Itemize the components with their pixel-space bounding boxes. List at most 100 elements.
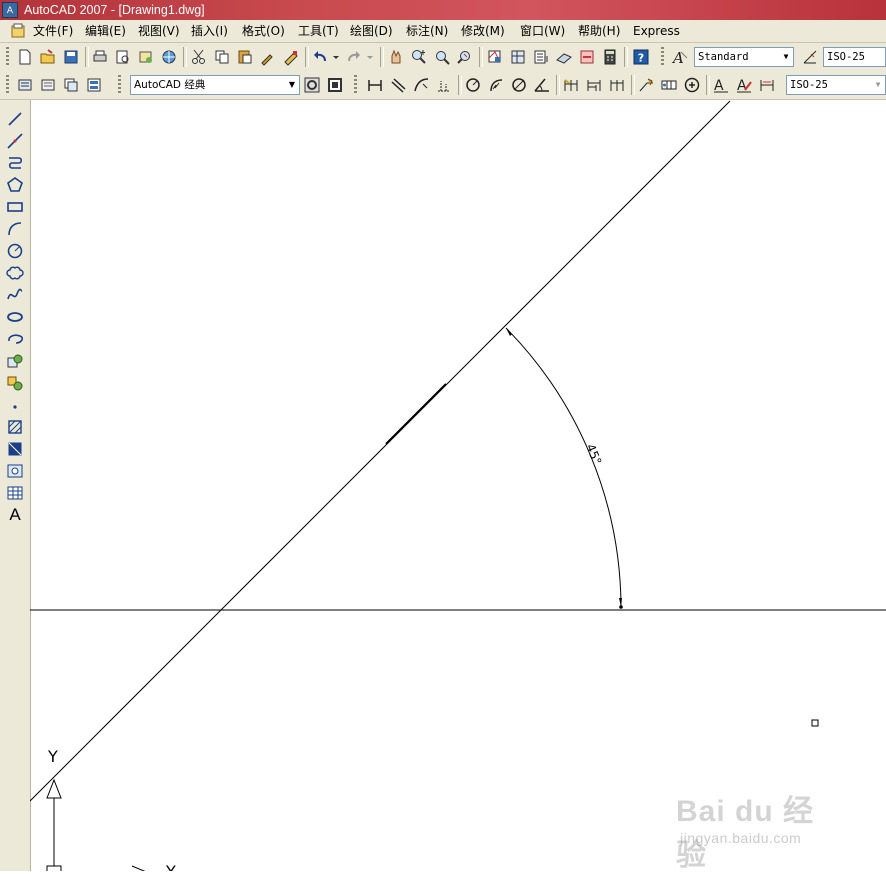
quick-dimension-icon[interactable] <box>562 76 580 94</box>
menu-insert[interactable]: 插入(I) <box>191 23 228 39</box>
help-icon[interactable]: ? <box>632 48 650 66</box>
menu-help[interactable]: 帮助(H) <box>578 23 620 39</box>
copy-icon[interactable] <box>213 48 231 66</box>
menu-dimension[interactable]: 标注(N) <box>406 23 448 39</box>
zoom-window-icon[interactable] <box>433 48 451 66</box>
angular-dimension-icon[interactable] <box>533 76 551 94</box>
layer-properties-icon[interactable] <box>16 76 34 94</box>
tolerance-icon[interactable] <box>660 76 678 94</box>
undo-icon[interactable] <box>311 48 329 66</box>
chevron-down-icon[interactable]: ▼ <box>285 76 299 94</box>
zoom-realtime-icon[interactable] <box>410 48 428 66</box>
new-file-icon[interactable] <box>16 48 34 66</box>
radius-dimension-icon[interactable] <box>464 76 482 94</box>
menu-express[interactable]: Express <box>633 23 680 39</box>
workspace-settings-icon[interactable] <box>303 76 321 94</box>
zoom-previous-icon[interactable] <box>456 48 474 66</box>
circle-icon[interactable] <box>5 241 25 261</box>
angle-dimension-text[interactable]: 45° <box>583 442 604 467</box>
linear-dimension-icon[interactable] <box>366 76 384 94</box>
dimension-style-control[interactable]: ISO-25 ▼ <box>786 75 886 95</box>
save-icon[interactable] <box>62 48 80 66</box>
menu-draw[interactable]: 绘图(D) <box>350 23 393 39</box>
drawing-canvas[interactable]: 45° Y Y <box>30 100 886 871</box>
text-style-select[interactable]: Standard ▼ <box>694 47 794 67</box>
multiline-text-icon[interactable]: A <box>5 505 25 525</box>
toolbar-grip[interactable] <box>6 75 9 95</box>
redo-dropdown-icon[interactable] <box>365 48 375 66</box>
paste-icon[interactable] <box>236 48 254 66</box>
calculator-icon[interactable] <box>601 48 619 66</box>
arc-length-icon[interactable] <box>412 76 430 94</box>
chevron-down-icon[interactable]: ▼ <box>871 76 885 94</box>
construction-line-icon[interactable] <box>5 131 25 151</box>
publish-icon[interactable] <box>137 48 155 66</box>
polygon-icon[interactable] <box>5 175 25 195</box>
title-bar[interactable]: A AutoCAD 2007 - [Drawing1.dwg] <box>0 0 886 20</box>
block-editor-icon[interactable] <box>282 48 300 66</box>
line-icon[interactable] <box>5 109 25 129</box>
diagonal-line[interactable] <box>30 100 731 802</box>
open-file-icon[interactable] <box>39 48 57 66</box>
menu-file[interactable]: 文件(F) <box>33 23 73 39</box>
continue-dimension-icon[interactable] <box>608 76 626 94</box>
menu-view[interactable]: 视图(V) <box>138 23 180 39</box>
dimension-text-edit-icon[interactable]: A <box>735 76 753 94</box>
markup-set-manager-icon[interactable] <box>578 48 596 66</box>
hatch-icon[interactable] <box>5 417 25 437</box>
jogged-dimension-icon[interactable] <box>487 76 505 94</box>
dimension-edit-icon[interactable]: A <box>712 76 730 94</box>
menu-edit[interactable]: 编辑(E) <box>85 23 126 39</box>
print-preview-icon[interactable] <box>114 48 132 66</box>
ellipse-icon[interactable] <box>5 307 25 327</box>
chevron-down-icon[interactable]: ▼ <box>779 48 793 66</box>
dimension-style-icon[interactable] <box>801 48 819 66</box>
toolbar-grip[interactable] <box>661 47 664 67</box>
gradient-icon[interactable] <box>5 439 25 459</box>
ellipse-arc-icon[interactable] <box>5 329 25 349</box>
undo-dropdown-icon[interactable] <box>331 48 341 66</box>
baseline-dimension-icon[interactable] <box>585 76 603 94</box>
document-icon[interactable] <box>10 23 26 39</box>
workspace-select[interactable]: AutoCAD 经典 ▼ <box>130 75 300 95</box>
polyline-icon[interactable] <box>5 153 25 173</box>
diameter-dimension-icon[interactable] <box>510 76 528 94</box>
workspace-save-icon[interactable] <box>326 76 344 94</box>
make-block-icon[interactable] <box>5 373 25 393</box>
menu-format[interactable]: 格式(O) <box>242 23 285 39</box>
angular-dimension-arc[interactable] <box>505 327 622 607</box>
layer-previous-icon[interactable] <box>62 76 80 94</box>
region-icon[interactable] <box>5 461 25 481</box>
publish-web-icon[interactable] <box>160 48 178 66</box>
sheet-set-manager-icon[interactable] <box>555 48 573 66</box>
toolbar-grip[interactable] <box>354 75 357 95</box>
revision-cloud-icon[interactable] <box>5 263 25 283</box>
aligned-dimension-icon[interactable] <box>389 76 407 94</box>
autocad-app-icon[interactable]: A <box>2 2 18 18</box>
design-center-icon[interactable] <box>509 48 527 66</box>
layer-states-icon[interactable] <box>39 76 57 94</box>
properties-icon[interactable] <box>486 48 504 66</box>
table-icon[interactable] <box>5 483 25 503</box>
arc-icon[interactable] <box>5 219 25 239</box>
tool-palettes-icon[interactable] <box>532 48 550 66</box>
quick-leader-icon[interactable] <box>637 76 655 94</box>
toolbar-grip[interactable] <box>6 47 9 67</box>
layer-manager-icon[interactable] <box>85 76 103 94</box>
center-mark-icon[interactable] <box>683 76 701 94</box>
cut-icon[interactable] <box>190 48 208 66</box>
menu-modify[interactable]: 修改(M) <box>461 23 505 39</box>
insert-block-icon[interactable] <box>5 351 25 371</box>
spline-icon[interactable] <box>5 285 25 305</box>
toolbar-grip[interactable] <box>118 75 121 95</box>
menu-window[interactable]: 窗口(W) <box>520 23 565 39</box>
ordinate-dimension-icon[interactable] <box>435 76 453 94</box>
rectangle-icon[interactable] <box>5 197 25 217</box>
dimension-update-icon[interactable] <box>758 76 776 94</box>
menu-tools[interactable]: 工具(T) <box>298 23 339 39</box>
point-icon[interactable] <box>5 395 25 415</box>
match-properties-icon[interactable] <box>259 48 277 66</box>
dimension-style-select[interactable]: ISO-25 <box>823 47 886 67</box>
pan-icon[interactable] <box>387 48 405 66</box>
diagonal-line-segment[interactable] <box>385 383 447 445</box>
